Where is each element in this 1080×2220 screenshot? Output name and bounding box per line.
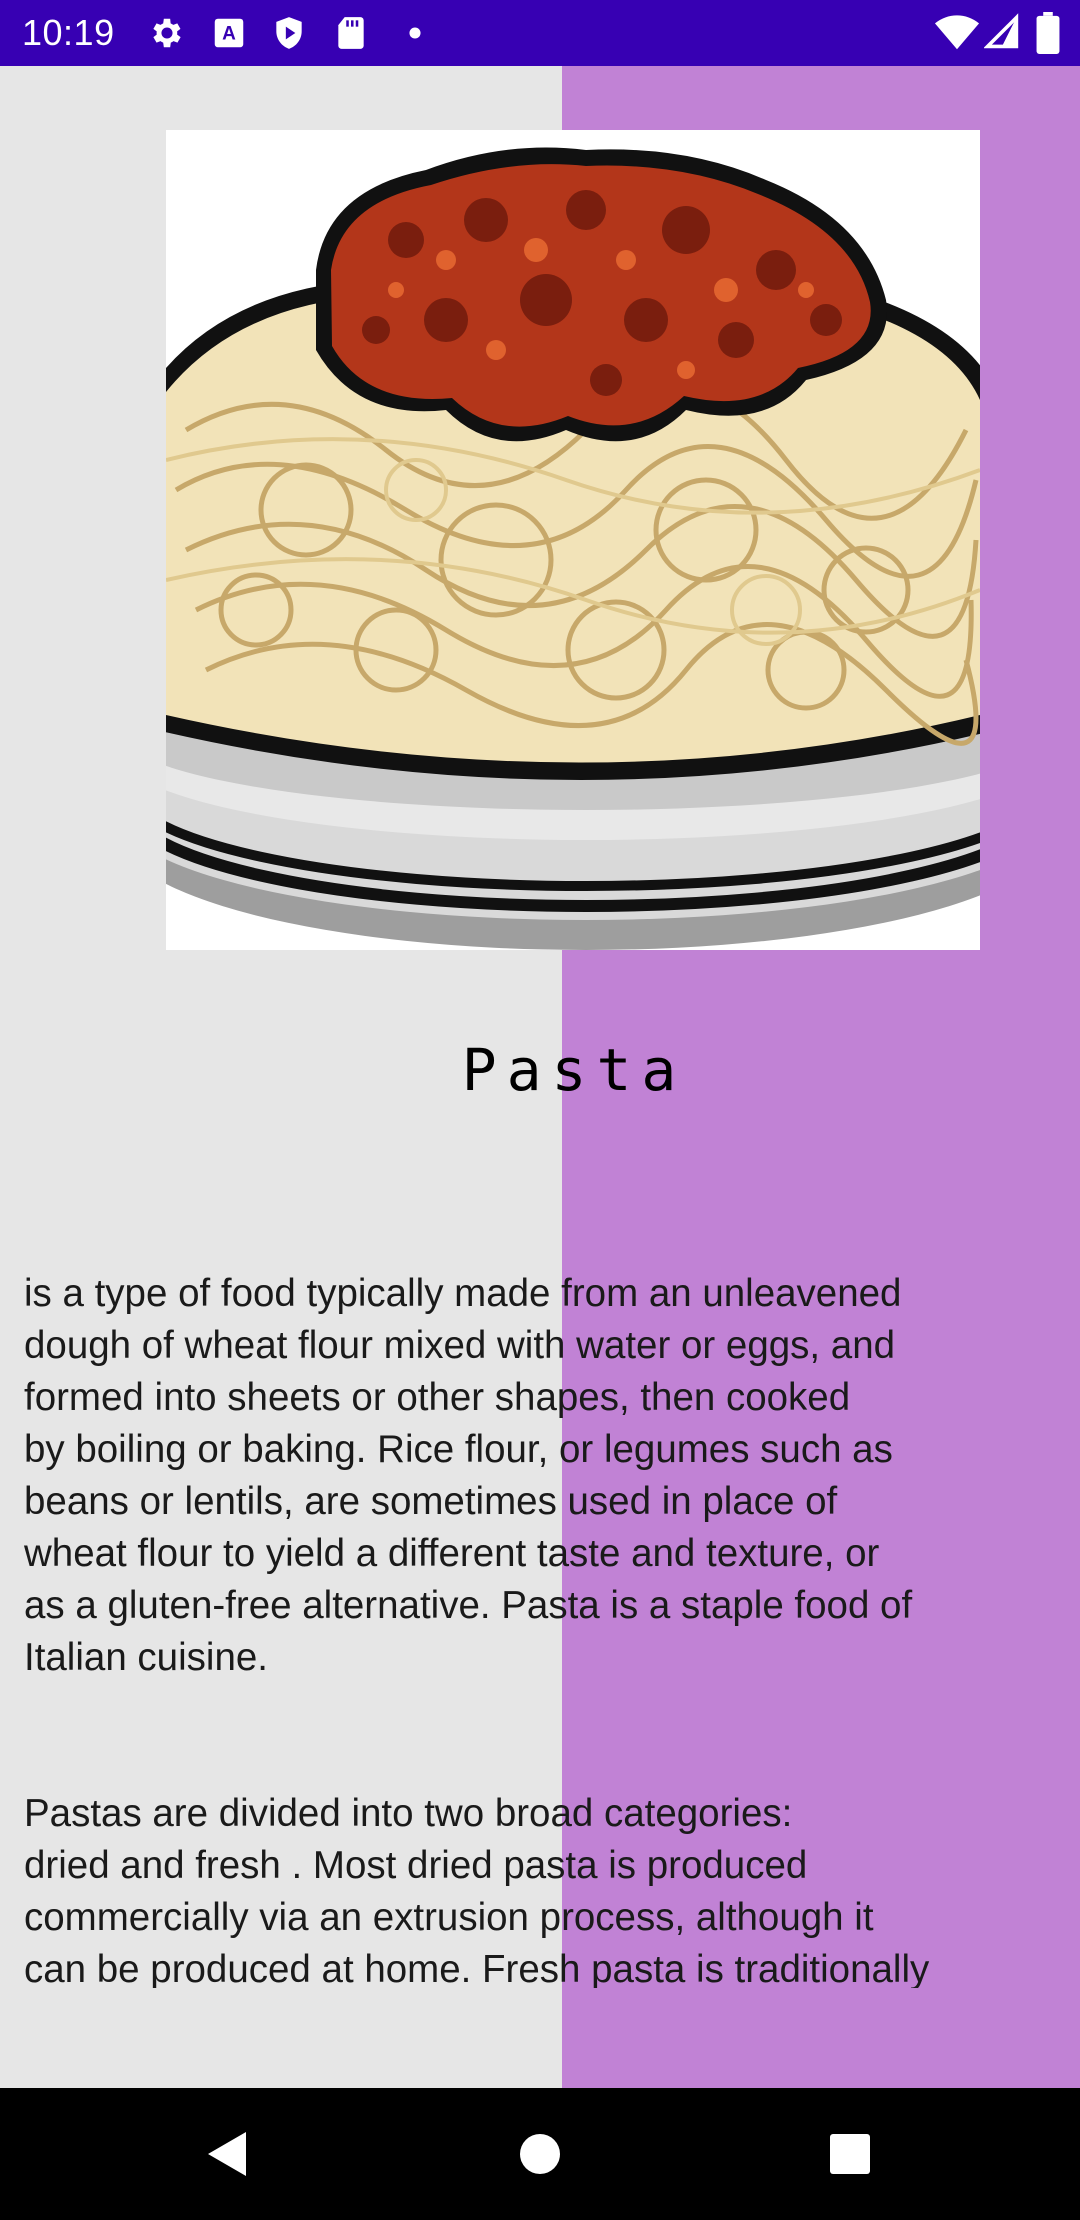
battery-icon	[1036, 12, 1060, 54]
recents-button[interactable]	[780, 2088, 920, 2220]
back-button[interactable]	[157, 2088, 297, 2220]
shield-icon	[276, 17, 302, 49]
sd-card-icon	[338, 17, 364, 49]
wifi-icon	[934, 15, 980, 50]
svg-text:A: A	[222, 23, 236, 44]
back-icon	[208, 2132, 246, 2176]
home-icon	[520, 2134, 560, 2174]
status-time: 10:19	[22, 12, 115, 53]
article-description: is a type of food typically made from an…	[24, 1216, 1064, 1988]
article-title: Pasta	[461, 1036, 687, 1104]
font-a-icon: A	[214, 18, 244, 48]
description-paragraph-2: Pastas are divided into two broad catego…	[24, 1792, 930, 1988]
description-paragraph-1: is a type of food typically made from an…	[24, 1272, 913, 1679]
content-area: Pasta is a type of food typically made f…	[0, 66, 1080, 2088]
pasta-image	[166, 130, 980, 950]
signal-icon	[984, 13, 1019, 49]
settings-icon	[153, 18, 181, 48]
navigation-bar	[0, 2088, 1080, 2220]
dot-icon	[409, 27, 421, 39]
status-bar: 10:19 A	[0, 0, 1080, 66]
spaghetti-illustration	[166, 147, 980, 950]
home-button[interactable]	[470, 2088, 610, 2220]
recents-icon	[830, 2134, 870, 2174]
